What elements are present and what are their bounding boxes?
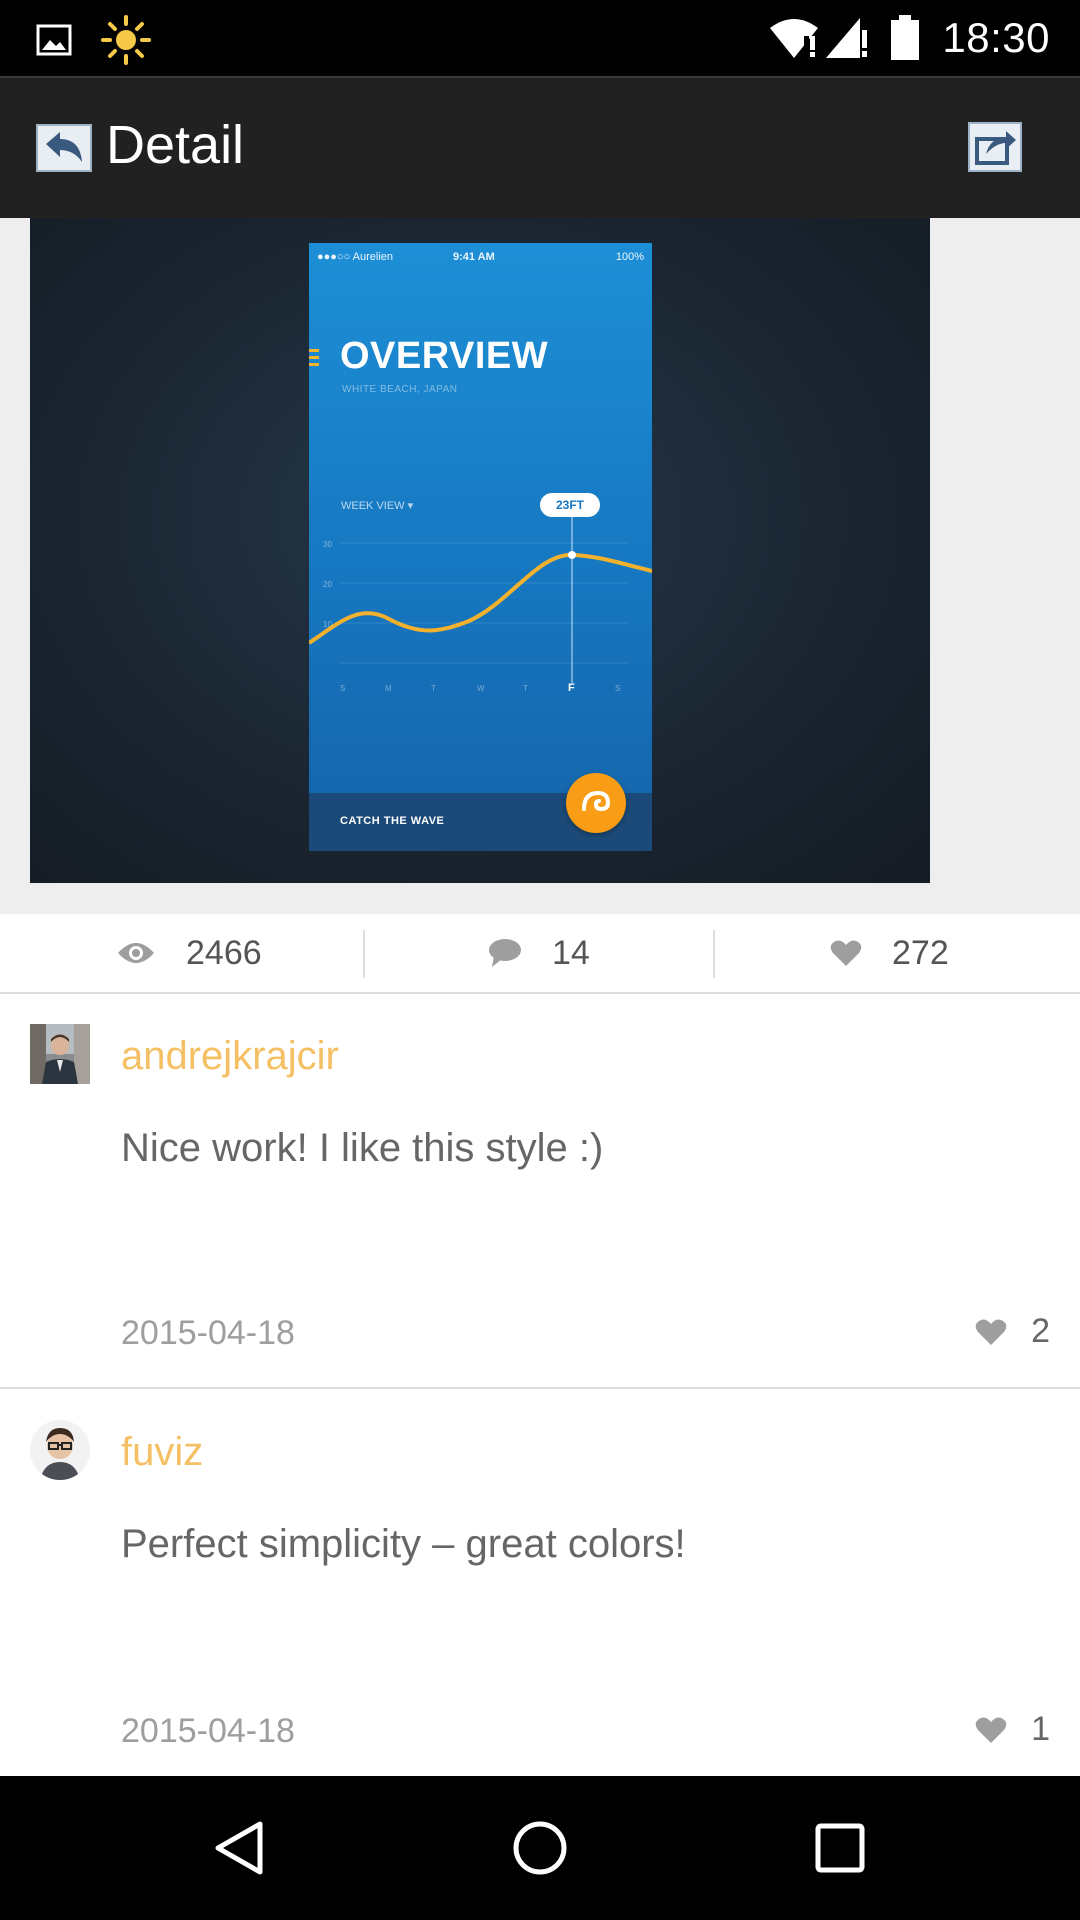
stats-bar: 2466 14 272	[0, 914, 1080, 994]
comment-date: 2015-04-18	[121, 1314, 295, 1352]
wave-icon	[582, 790, 611, 812]
comment-item: fuviz Perfect simplicity – great colors!…	[0, 1390, 1080, 1776]
phone-cta: CATCH THE WAVE	[340, 815, 445, 827]
comments-count: 14	[552, 933, 590, 972]
stats-divider	[713, 930, 715, 978]
avatar-image	[30, 1024, 90, 1084]
phone-mockup: ●●●○○ Aurelien 9:41 AM 100% OVERVIEW WHI…	[309, 243, 652, 851]
phone-wave-chart: 30 20 10 S M T W T F S	[309, 513, 652, 694]
y-tick-30: 30	[323, 540, 332, 549]
back-arrow-icon	[36, 124, 92, 172]
status-time: 18:30	[942, 14, 1050, 61]
system-nav-bar	[0, 1776, 1080, 1920]
heart-icon	[975, 1717, 1007, 1743]
app-root: 18:30 Detail ●●●○○ Aurelien 9:41 AM 100%…	[0, 0, 1080, 1920]
likes-stat[interactable]: 272	[830, 914, 949, 992]
chart-cursor-dot	[568, 551, 576, 559]
views-stat[interactable]: 2466	[116, 914, 262, 992]
phone-time: 9:41 AM	[453, 251, 495, 263]
comment-text: Perfect simplicity – great colors!	[121, 1522, 686, 1566]
comment-text: Nice work! I like this style :)	[121, 1126, 604, 1170]
avatar[interactable]	[30, 1420, 90, 1480]
heart-icon	[830, 940, 862, 966]
comment-username[interactable]: andrejkrajcir	[121, 1034, 339, 1079]
nav-recents-icon	[815, 1823, 865, 1873]
phone-carrier: ●●●○○ Aurelien	[317, 251, 394, 263]
nav-home-button[interactable]	[500, 1816, 580, 1880]
battery-icon	[891, 15, 920, 60]
phone-status-bar: ●●●○○ Aurelien 9:41 AM 100%	[309, 251, 652, 267]
back-button[interactable]	[36, 124, 92, 172]
views-count: 2466	[186, 933, 262, 972]
day-label: S	[340, 684, 345, 693]
wifi-alert-icon	[770, 19, 819, 58]
avatar-image	[30, 1420, 90, 1480]
nav-home-icon	[513, 1821, 567, 1875]
stats-divider	[363, 930, 365, 978]
status-right: 18:30	[768, 10, 1050, 66]
heart-icon	[975, 1319, 1007, 1345]
share-button[interactable]	[968, 122, 1022, 172]
day-label: T	[523, 684, 528, 693]
nav-recents-button[interactable]	[800, 1816, 880, 1880]
status-left	[36, 14, 152, 66]
comment-username[interactable]: fuviz	[121, 1430, 203, 1475]
y-tick-20: 20	[323, 580, 332, 589]
likes-count: 272	[892, 933, 949, 972]
share-icon	[968, 122, 1022, 172]
comments-stat[interactable]: 14	[488, 914, 590, 992]
hamburger-icon	[309, 349, 319, 371]
phone-battery: 100%	[615, 251, 644, 263]
comment-like-button[interactable]: 2	[975, 1312, 1050, 1351]
phone-fab	[566, 773, 626, 833]
day-label: S	[615, 684, 620, 693]
comment-like-count: 1	[1031, 1710, 1050, 1748]
phone-title: OVERVIEW	[340, 335, 549, 377]
day-label: M	[385, 684, 392, 693]
comment-icon	[489, 939, 521, 967]
nav-back-button[interactable]	[200, 1816, 280, 1880]
phone-week-view: WEEK VIEW ▾	[341, 500, 414, 512]
day-label: T	[431, 684, 436, 693]
comment-date: 2015-04-18	[121, 1712, 295, 1750]
comment-like-button[interactable]: 1	[975, 1710, 1050, 1749]
status-bar: 18:30	[0, 0, 1080, 76]
comment-like-count: 2	[1031, 1312, 1050, 1350]
day-label: F	[568, 682, 575, 694]
eye-icon	[118, 943, 154, 963]
signal-alert-icon	[826, 18, 868, 58]
phone-subtitle: WHITE BEACH, JAPAN	[342, 384, 458, 395]
image-icon	[36, 24, 72, 56]
shot-image[interactable]: ●●●○○ Aurelien 9:41 AM 100% OVERVIEW WHI…	[30, 218, 930, 883]
nav-back-icon	[215, 1821, 263, 1875]
page-title: Detail	[106, 115, 245, 175]
avatar[interactable]	[30, 1024, 90, 1084]
comment-item: andrejkrajcir Nice work! I like this sty…	[0, 994, 1080, 1389]
brightness-icon	[101, 15, 151, 65]
app-toolbar: Detail	[0, 76, 1080, 218]
wave-line	[309, 552, 652, 645]
shot-area: ●●●○○ Aurelien 9:41 AM 100% OVERVIEW WHI…	[0, 218, 1080, 914]
day-label: W	[477, 684, 485, 693]
